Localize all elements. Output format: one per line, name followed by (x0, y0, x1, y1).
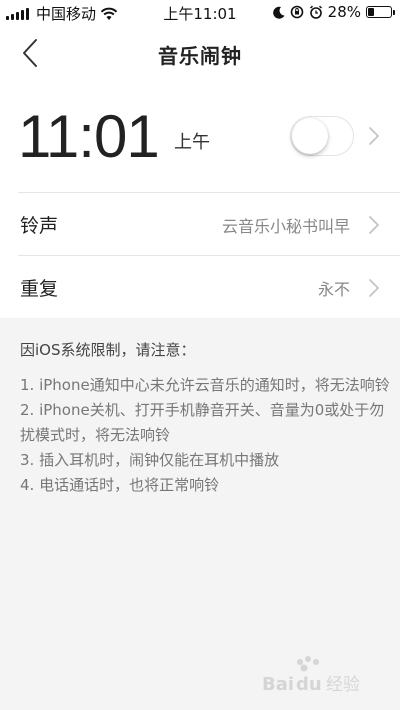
rotation-lock-icon (290, 5, 303, 19)
ringtone-value: 云音乐小秘书叫早 (221, 217, 350, 236)
alarm-toggle[interactable] (290, 116, 354, 156)
svg-text:Bai: Bai (262, 674, 294, 695)
alarm-period: 上午 (174, 132, 210, 153)
alarm-time-row[interactable]: 11:01 上午 (0, 80, 400, 192)
repeat-row[interactable]: 重复 永不 (0, 256, 400, 318)
ringtone-row[interactable]: 铃声 云音乐小秘书叫早 (0, 193, 400, 255)
chevron-right-icon (369, 216, 379, 234)
repeat-value: 永不 (317, 280, 350, 299)
status-bar: 中国移动 上午11:01 28% (0, 0, 400, 24)
chevron-right-icon[interactable] (368, 126, 380, 146)
notice-item: 2. iPhone关机、打开手机静音开关、音量为0或处于勿扰模式时，将无法响铃 (20, 401, 385, 444)
notice-item: 3. 插入耳机时，闹钟仅能在耳机中播放 (20, 451, 280, 469)
moon-icon (272, 6, 285, 19)
ringtone-label: 铃声 (20, 215, 59, 237)
notice-title: 因iOS系统限制，请注意： (20, 341, 196, 359)
baidu-jingyan-watermark: Bai du 经验 (262, 656, 360, 695)
battery-icon (366, 6, 395, 18)
page-title: 音乐闹钟 (158, 44, 242, 68)
alarm-settings-card: 11:01 上午 铃声 云音乐小秘书叫早 重复 永不 (0, 80, 400, 318)
toggle-knob (292, 118, 328, 154)
repeat-label: 重复 (20, 278, 59, 300)
chevron-right-icon (369, 279, 379, 297)
svg-text:du: du (296, 674, 322, 695)
notice-item: 1. iPhone通知中心未允许云音乐的通知时，将无法响铃 (20, 376, 390, 394)
ios-limitation-notice: 因iOS系统限制，请注意： 1. iPhone通知中心未允许云音乐的通知时，将无… (20, 338, 390, 498)
alarm-time[interactable]: 11:01 (18, 102, 160, 171)
battery-percent: 28% (327, 3, 361, 21)
battery-level (368, 8, 374, 16)
status-right: 28% (272, 3, 395, 21)
svg-text:经验: 经验 (326, 675, 360, 695)
alarm-icon (309, 5, 322, 19)
nav-bar: 音乐闹钟 (0, 24, 400, 80)
notice-item: 4. 电话通话时，也将正常响铃 (20, 476, 220, 494)
